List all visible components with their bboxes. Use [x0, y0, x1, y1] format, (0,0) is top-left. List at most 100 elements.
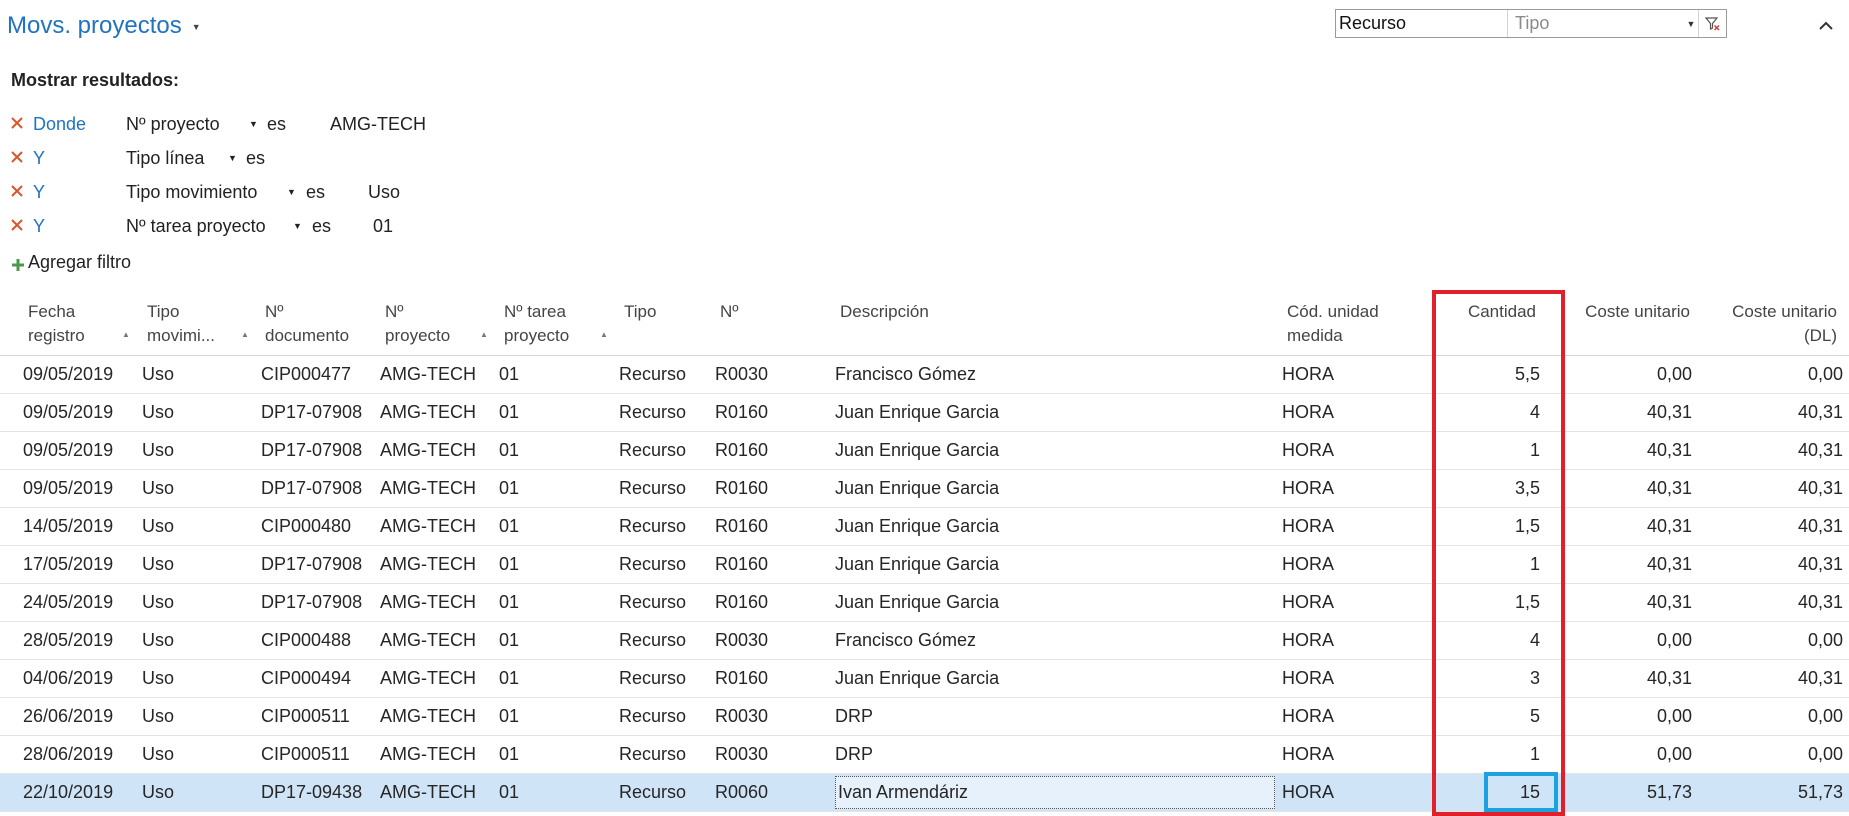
cell-n-tarea-proyecto[interactable]: 01 — [499, 698, 599, 735]
cell-n-proyecto[interactable]: AMG-TECH — [380, 508, 490, 545]
cell-n[interactable]: R0160 — [715, 546, 825, 583]
chevron-down-icon[interactable]: ▼ — [192, 22, 201, 32]
table-row[interactable]: 09/05/2019 Uso CIP000477 AMG-TECH 01 Recurso R… — [0, 356, 1849, 394]
table-row[interactable]: 14/05/2019 Uso CIP000480 AMG-TECH 01 Recurso R… — [0, 508, 1849, 546]
cell-cantidad[interactable]: 3 — [1440, 660, 1540, 697]
search-box[interactable]: Recurso Tipo ▼ — [1335, 9, 1727, 38]
cell-fecha-registro[interactable]: 22/10/2019 — [23, 774, 123, 811]
cell-fecha-registro[interactable]: 09/05/2019 — [23, 356, 123, 393]
cell-n-tarea-proyecto[interactable]: 01 — [499, 584, 599, 621]
table-row[interactable]: 22/10/2019 Uso DP17-09438 AMG-TECH 01 Recurso… — [0, 774, 1849, 812]
cell-fecha-registro[interactable]: 26/06/2019 — [23, 698, 123, 735]
cell-n-documento[interactable]: CIP000480 — [261, 508, 381, 545]
cell-fecha-registro[interactable]: 09/05/2019 — [23, 470, 123, 507]
cell-cantidad[interactable]: 1 — [1440, 546, 1540, 583]
col-coste-unitario-dl[interactable]: Coste unitario (DL) — [1700, 300, 1837, 348]
cell-tipo[interactable]: Recurso — [619, 508, 709, 545]
filter-field[interactable]: Nº proyecto — [126, 114, 220, 135]
cell-cantidad[interactable]: 15 — [1440, 774, 1540, 811]
remove-filter-icon[interactable] — [10, 184, 24, 198]
cell-descripcion[interactable]: Juan Enrique Garcia — [835, 660, 1275, 697]
cell-tipo[interactable]: Recurso — [619, 698, 709, 735]
cell-cantidad[interactable]: 4 — [1440, 622, 1540, 659]
cell-coste-unitario[interactable]: 40,31 — [1570, 508, 1692, 545]
filter-field[interactable]: Tipo línea — [126, 148, 204, 169]
col-n-documento[interactable]: Nº documento — [265, 300, 349, 348]
col-descripcion[interactable]: Descripción — [840, 300, 929, 324]
cell-tipo-movimiento[interactable]: Uso — [142, 584, 242, 621]
cell-cantidad[interactable]: 4 — [1440, 394, 1540, 431]
cell-tipo[interactable]: Recurso — [619, 622, 709, 659]
cell-cod-unidad-medida[interactable]: HORA — [1282, 546, 1402, 583]
cell-n[interactable]: R0030 — [715, 698, 825, 735]
col-coste-unitario[interactable]: Coste unitario — [1570, 300, 1690, 324]
cell-coste-unitario[interactable]: 40,31 — [1570, 660, 1692, 697]
cell-cantidad[interactable]: 1,5 — [1440, 584, 1540, 621]
clear-filter-button[interactable] — [1698, 10, 1726, 37]
cell-descripcion[interactable]: Francisco Gómez — [835, 356, 1275, 393]
cell-n-documento[interactable]: CIP000511 — [261, 736, 381, 773]
cell-coste-unitario[interactable]: 40,31 — [1570, 432, 1692, 469]
cell-tipo-movimiento[interactable]: Uso — [142, 622, 242, 659]
cell-descripcion[interactable]: Juan Enrique Garcia — [835, 470, 1275, 507]
cell-n-tarea-proyecto[interactable]: 01 — [499, 622, 599, 659]
cell-n-proyecto[interactable]: AMG-TECH — [380, 774, 490, 811]
table-row[interactable]: 28/06/2019 Uso CIP000511 AMG-TECH 01 Recurso R… — [0, 736, 1849, 774]
cell-coste-unitario-dl[interactable]: 0,00 — [1700, 736, 1843, 773]
cell-coste-unitario[interactable]: 51,73 — [1570, 774, 1692, 811]
cell-n-documento[interactable]: DP17-07908 — [261, 470, 381, 507]
cell-n-documento[interactable]: CIP000511 — [261, 698, 381, 735]
cell-coste-unitario[interactable]: 0,00 — [1570, 698, 1692, 735]
cell-n[interactable]: R0160 — [715, 508, 825, 545]
cell-n-proyecto[interactable]: AMG-TECH — [380, 622, 490, 659]
cell-coste-unitario-dl[interactable]: 51,73 — [1700, 774, 1843, 811]
cell-coste-unitario-dl[interactable]: 40,31 — [1700, 546, 1843, 583]
cell-n-proyecto[interactable]: AMG-TECH — [380, 470, 490, 507]
col-cantidad[interactable]: Cantidad — [1440, 300, 1536, 324]
cell-tipo[interactable]: Recurso — [619, 774, 709, 811]
cell-descripcion[interactable]: Juan Enrique Garcia — [835, 508, 1275, 545]
type-select[interactable]: Tipo — [1508, 10, 1684, 37]
cell-coste-unitario-dl[interactable]: 40,31 — [1700, 394, 1843, 431]
cell-tipo[interactable]: Recurso — [619, 394, 709, 431]
cell-cod-unidad-medida[interactable]: HORA — [1282, 394, 1402, 431]
cell-coste-unitario-dl[interactable]: 40,31 — [1700, 584, 1843, 621]
cell-coste-unitario-dl[interactable]: 40,31 — [1700, 432, 1843, 469]
cell-tipo-movimiento[interactable]: Uso — [142, 698, 242, 735]
cell-cantidad[interactable]: 1 — [1440, 432, 1540, 469]
cell-n-tarea-proyecto[interactable]: 01 — [499, 470, 599, 507]
filter-value[interactable]: Uso — [368, 182, 400, 203]
cell-descripcion[interactable]: Juan Enrique Garcia — [835, 432, 1275, 469]
cell-coste-unitario[interactable]: 40,31 — [1570, 394, 1692, 431]
filter-value[interactable]: AMG-TECH — [330, 114, 426, 135]
cell-cod-unidad-medida[interactable]: HORA — [1282, 660, 1402, 697]
table-row[interactable]: 24/05/2019 Uso DP17-07908 AMG-TECH 01 Recurso… — [0, 584, 1849, 622]
search-input[interactable]: Recurso — [1336, 10, 1508, 37]
cell-cod-unidad-medida[interactable]: HORA — [1282, 698, 1402, 735]
cell-cod-unidad-medida[interactable]: HORA — [1282, 774, 1402, 811]
cell-coste-unitario-dl[interactable]: 0,00 — [1700, 356, 1843, 393]
cell-n-tarea-proyecto[interactable]: 01 — [499, 546, 599, 583]
cell-descripcion[interactable]: Francisco Gómez — [835, 622, 1275, 659]
col-n-proyecto[interactable]: Nº proyecto — [385, 300, 450, 348]
cell-fecha-registro[interactable]: 24/05/2019 — [23, 584, 123, 621]
table-row[interactable]: 09/05/2019 Uso DP17-07908 AMG-TECH 01 Recurso… — [0, 432, 1849, 470]
col-tipo[interactable]: Tipo — [624, 300, 656, 324]
cell-tipo[interactable]: Recurso — [619, 356, 709, 393]
cell-fecha-registro[interactable]: 28/06/2019 — [23, 736, 123, 773]
cell-tipo-movimiento[interactable]: Uso — [142, 774, 242, 811]
cell-tipo[interactable]: Recurso — [619, 736, 709, 773]
cell-n-proyecto[interactable]: AMG-TECH — [380, 660, 490, 697]
col-fecha-registro[interactable]: Fecha registro — [28, 300, 85, 348]
page-title[interactable]: Movs. proyectos ▼ — [7, 12, 201, 40]
col-n-tarea-proyecto[interactable]: Nº tarea proyecto — [504, 300, 569, 348]
cell-cantidad[interactable]: 1,5 — [1440, 508, 1540, 545]
cell-n-proyecto[interactable]: AMG-TECH — [380, 736, 490, 773]
cell-n-documento[interactable]: DP17-07908 — [261, 584, 381, 621]
cell-n-documento[interactable]: CIP000477 — [261, 356, 381, 393]
cell-cantidad[interactable]: 5 — [1440, 698, 1540, 735]
cell-n-documento[interactable]: DP17-07908 — [261, 546, 381, 583]
cell-tipo-movimiento[interactable]: Uso — [142, 432, 242, 469]
filter-field[interactable]: Tipo movimiento — [126, 182, 257, 203]
cell-coste-unitario[interactable]: 0,00 — [1570, 622, 1692, 659]
